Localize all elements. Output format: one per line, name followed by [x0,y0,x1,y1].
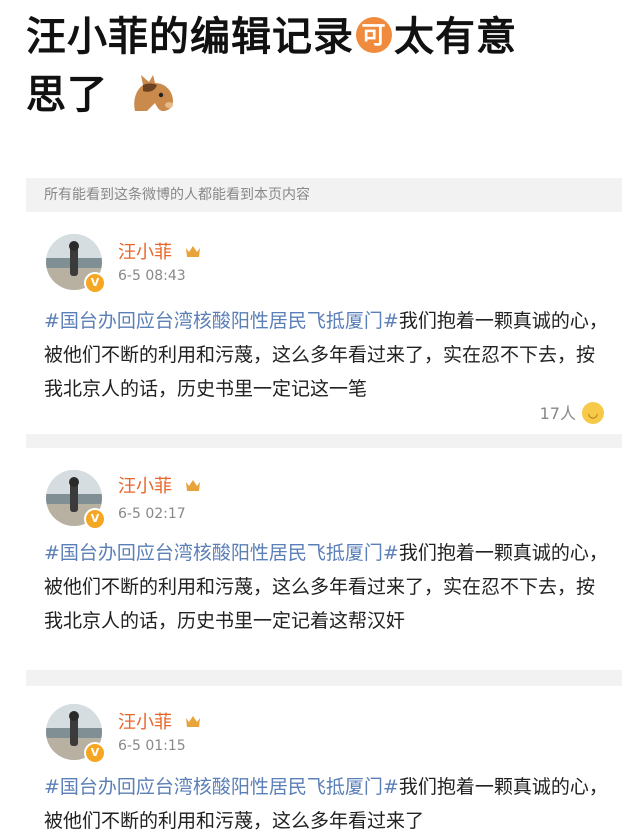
hashtag-link[interactable]: #国台办回应台湾核酸阳性居民飞抵厦门# [44,310,399,332]
post-time: 6-5 08:43 [118,268,186,284]
post-body: #国台办回应台湾核酸阳性居民飞抵厦门#我们抱着一颗真诚的心，被他们不断的利用和污… [44,770,610,838]
post-card-2: V 汪小菲 6-5 02:17 #国台办回应台湾核酸阳性居民飞抵厦门#我们抱着一… [26,450,622,666]
username[interactable]: 汪小菲 [118,708,202,734]
post-card-3: V 汪小菲 6-5 01:15 #国台办回应台湾核酸阳性居民飞抵厦门#我们抱着一… [26,688,622,836]
horse-emoji-icon [134,75,173,111]
verified-badge-icon: V [84,272,106,294]
like-count[interactable]: 17人 ◡ [540,400,604,426]
hashtag-link[interactable]: #国台办回应台湾核酸阳性居民飞抵厦门# [44,776,399,798]
username-text: 汪小菲 [118,712,172,733]
headline-text-3: 思了 [26,72,108,118]
username[interactable]: 汪小菲 [118,238,202,264]
post-body: #国台办回应台湾核酸阳性居民飞抵厦门#我们抱着一颗真诚的心，被他们不断的利用和污… [44,536,610,638]
vip-crown-icon [185,716,200,727]
post-time: 6-5 01:15 [118,738,186,754]
vip-crown-icon [185,246,200,257]
headline-text-1: 汪小菲的编辑记录 [26,14,354,60]
vip-crown-icon [185,480,200,491]
username-text: 汪小菲 [118,476,172,497]
headline-text-2: 太有意 [394,14,517,60]
hashtag-link[interactable]: #国台办回应台湾核酸阳性居民飞抵厦门# [44,542,399,564]
verified-badge-icon: V [84,742,106,764]
verified-badge-icon: V [84,508,106,530]
username[interactable]: 汪小菲 [118,472,202,498]
like-count-text: 17人 [539,404,576,423]
divider [26,434,622,448]
ke-emoji-icon: 可 [356,17,392,53]
laugh-emoji-icon: ◡ [582,401,604,424]
post-card-1: V 汪小菲 6-5 08:43 #国台办回应台湾核酸阳性居民飞抵厦门#我们抱着一… [26,220,622,432]
article-headline: 汪小菲的编辑记录可太有意 思了 [26,8,616,124]
post-body: #国台办回应台湾核酸阳性居民飞抵厦门#我们抱着一颗真诚的心，被他们不断的利用和污… [44,304,610,406]
username-text: 汪小菲 [118,242,172,263]
visibility-notice: 所有能看到这条微博的人都能看到本页内容 [26,178,622,212]
post-time: 6-5 02:17 [118,506,186,522]
divider [26,670,622,686]
